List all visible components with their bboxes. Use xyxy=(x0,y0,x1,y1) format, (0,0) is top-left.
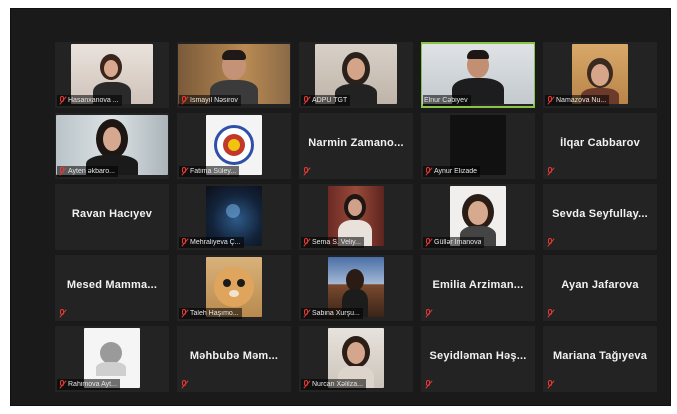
participant-tile[interactable]: Sabina Xurşu... xyxy=(299,255,413,321)
participant-name: Ayan Jafarova xyxy=(561,279,639,291)
participant-tile[interactable]: ADPU TGT xyxy=(299,42,413,108)
muted-mic-icon xyxy=(58,167,66,176)
name-caption: İsmayıl Nəsirov xyxy=(179,95,241,106)
name-caption: Rahimova Ayt... xyxy=(57,379,120,390)
muted-mic-icon xyxy=(180,309,188,318)
participant-tile[interactable]: Mesed Mamma... xyxy=(55,255,169,321)
name-caption: Nurcan Xəlilza... xyxy=(301,379,366,390)
muted-mic-icon xyxy=(180,96,188,105)
muted-mic-icon xyxy=(302,309,310,318)
participant-tile[interactable]: İsmayıl Nəsirov xyxy=(177,42,291,108)
participant-name: Narmin Zamano... xyxy=(308,137,404,149)
participant-tile[interactable]: Ravan Hacıyev xyxy=(55,184,169,250)
participant-tile[interactable]: Seyidləman Həş... xyxy=(421,326,535,392)
name-caption: Taleh Haşımo... xyxy=(179,308,242,319)
name-caption: Namazova Nu... xyxy=(545,95,610,106)
name-caption: ADPU TGT xyxy=(301,95,351,106)
name-caption xyxy=(545,166,557,177)
participant-tile[interactable]: Fatima Süley... xyxy=(177,113,291,179)
participant-name: Seyidləman Həş... xyxy=(429,350,527,362)
muted-mic-icon xyxy=(424,167,432,176)
participant-tile[interactable]: Ayan Jafarova xyxy=(543,255,657,321)
participant-tile[interactable]: Mehraliyeva Ç... xyxy=(177,184,291,250)
name-caption xyxy=(423,379,435,390)
participant-tile[interactable]: Narmin Zamano... xyxy=(299,113,413,179)
participant-tile[interactable]: Mariana Tağıyeva xyxy=(543,326,657,392)
muted-mic-icon xyxy=(424,380,432,389)
muted-mic-icon xyxy=(302,167,310,176)
participant-tile[interactable]: İlqar Cabbarov xyxy=(543,113,657,179)
name-caption: Hasanxanova ... xyxy=(57,95,122,106)
participant-tile[interactable]: Nurcan Xəlilza... xyxy=(299,326,413,392)
muted-mic-icon xyxy=(546,96,554,105)
muted-mic-icon xyxy=(58,309,66,318)
participant-tile[interactable]: Aynur Elizade xyxy=(421,113,535,179)
name-caption xyxy=(301,166,313,177)
participant-tile[interactable]: Emilia Arziman... xyxy=(421,255,535,321)
participant-tile[interactable]: Hasanxanova ... xyxy=(55,42,169,108)
participant-name: Emilia Arziman... xyxy=(432,279,524,291)
meeting-window: Hasanxanova ... İsmayıl Nəsirov ADPU TGT… xyxy=(10,8,671,406)
participant-tile[interactable]: Rahimova Ayt... xyxy=(55,326,169,392)
name-caption: Ayten əkbarо... xyxy=(57,166,118,177)
muted-mic-icon xyxy=(424,238,432,247)
participant-name: Ravan Hacıyev xyxy=(71,208,153,220)
name-caption xyxy=(57,308,69,319)
name-caption xyxy=(179,379,191,390)
participant-tile[interactable]: Namazova Nu... xyxy=(543,42,657,108)
muted-mic-icon xyxy=(302,96,310,105)
muted-mic-icon xyxy=(302,380,310,389)
muted-mic-icon xyxy=(546,380,554,389)
participant-tile[interactable]: Güllər İmanova xyxy=(421,184,535,250)
name-caption xyxy=(423,308,435,319)
muted-mic-icon xyxy=(546,238,554,247)
muted-mic-icon xyxy=(58,96,66,105)
participant-name: Mesed Mamma... xyxy=(66,279,158,291)
muted-mic-icon xyxy=(58,380,66,389)
participant-name: Sevda Seyfullay... xyxy=(552,208,648,220)
name-caption xyxy=(545,237,557,248)
participant-tile[interactable]: Ayten əkbarо... xyxy=(55,113,169,179)
participant-tile[interactable]: Məhbubə Məm... xyxy=(177,326,291,392)
participant-name: Mariana Tağıyeva xyxy=(552,350,648,362)
name-caption: Elnur Cəbiyev xyxy=(423,95,471,106)
name-caption: Mehraliyeva Ç... xyxy=(179,237,244,248)
muted-mic-icon xyxy=(424,309,432,318)
muted-mic-icon xyxy=(302,238,310,247)
participant-tile[interactable]: Sevda Seyfullay... xyxy=(543,184,657,250)
participant-tile[interactable]: Taleh Haşımo... xyxy=(177,255,291,321)
name-caption xyxy=(545,379,557,390)
muted-mic-icon xyxy=(180,238,188,247)
name-caption: Aynur Elizade xyxy=(423,166,481,177)
name-caption: Sabina Xurşu... xyxy=(301,308,363,319)
participant-name: İlqar Cabbarov xyxy=(560,137,640,149)
participant-tile-active-speaker[interactable]: Elnur Cəbiyev xyxy=(421,42,535,108)
participant-tile[interactable]: Sema S. Veliy... xyxy=(299,184,413,250)
participant-name: Məhbubə Məm... xyxy=(189,350,279,362)
muted-mic-icon xyxy=(546,309,554,318)
name-caption xyxy=(545,308,557,319)
muted-mic-icon xyxy=(546,167,554,176)
gallery-view: Hasanxanova ... İsmayıl Nəsirov ADPU TGT… xyxy=(55,42,657,394)
muted-mic-icon xyxy=(180,167,188,176)
name-caption: Sema S. Veliy... xyxy=(301,237,364,248)
name-caption: Fatima Süley... xyxy=(179,166,240,177)
name-caption: Güllər İmanova xyxy=(423,237,485,248)
muted-mic-icon xyxy=(180,380,188,389)
